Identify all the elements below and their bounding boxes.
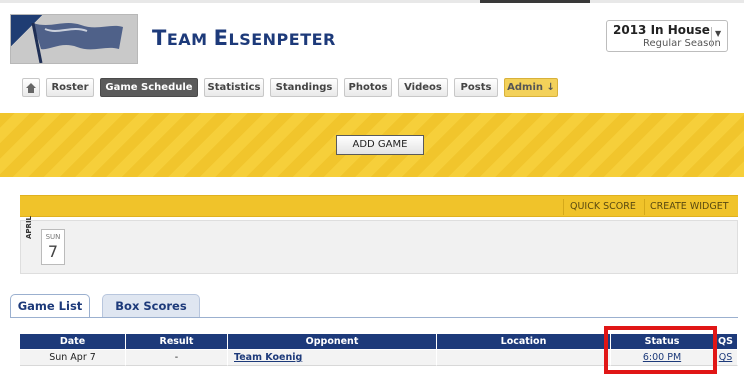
cell-location	[437, 350, 611, 366]
nav-roster[interactable]: Roster	[46, 78, 94, 97]
home-button[interactable]	[22, 78, 40, 97]
season-divider	[711, 27, 712, 47]
tab-game-list[interactable]: Game List	[10, 294, 90, 318]
top-border	[0, 0, 744, 3]
column-header-date[interactable]: Date	[20, 334, 126, 349]
toolbar-divider	[644, 199, 645, 215]
nav-admin[interactable]: Admin ↓	[504, 78, 558, 97]
nav-statistics[interactable]: Statistics	[204, 78, 264, 97]
quick-score-row-link[interactable]: QS	[714, 350, 738, 366]
flag-logo-graphic	[31, 22, 123, 63]
column-header-result[interactable]: Result	[126, 334, 228, 349]
season-selector[interactable]: 2013 In House Regular Season ▼	[606, 20, 728, 52]
column-header-qs[interactable]: QS	[714, 334, 738, 349]
calendar-day-of-week: SUN	[45, 233, 61, 241]
toolbar-divider	[563, 199, 564, 215]
nav-standings[interactable]: Standings	[270, 78, 338, 97]
subtab-underline	[10, 317, 738, 318]
status-highlight-box	[604, 326, 717, 374]
team-title: TEAM ELSENPETER	[152, 26, 336, 50]
opponent-link[interactable]: Team Koenig	[228, 350, 437, 366]
schedule-toolbar: QUICK SCORE CREATE WIDGET	[20, 195, 738, 217]
season-name: 2013 In House	[613, 23, 710, 37]
column-header-location[interactable]: Location	[437, 334, 611, 349]
column-header-opponent[interactable]: Opponent	[228, 334, 437, 349]
top-border-accent	[480, 0, 590, 3]
calendar-day[interactable]: SUN 7	[41, 229, 65, 265]
nav-game-schedule[interactable]: Game Schedule	[100, 78, 198, 97]
calendar-day-number: 7	[47, 242, 59, 261]
season-type: Regular Season	[643, 38, 721, 49]
cell-date: Sun Apr 7	[20, 350, 126, 366]
calendar-month-label: APRIL	[25, 215, 33, 239]
team-logo[interactable]	[10, 14, 138, 64]
create-widget-link[interactable]: CREATE WIDGET	[650, 196, 729, 218]
nav-posts[interactable]: Posts	[454, 78, 498, 97]
chevron-down-icon[interactable]: ▼	[715, 29, 721, 38]
tab-box-scores[interactable]: Box Scores	[102, 294, 200, 318]
home-icon	[26, 83, 36, 93]
quick-score-link[interactable]: QUICK SCORE	[570, 196, 636, 218]
nav-videos[interactable]: Videos	[398, 78, 448, 97]
add-game-button[interactable]: ADD GAME	[336, 135, 424, 155]
calendar-strip: APRIL SUN 7	[20, 216, 738, 274]
nav-photos[interactable]: Photos	[344, 78, 392, 97]
cell-result: -	[126, 350, 228, 366]
